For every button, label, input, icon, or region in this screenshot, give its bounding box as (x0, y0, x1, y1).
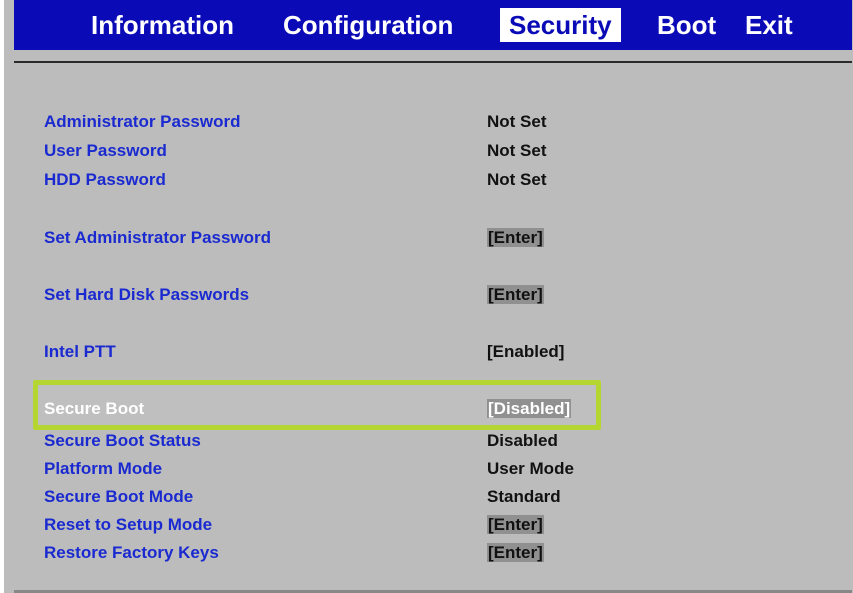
secure-boot-status-label: Secure Boot Status (44, 431, 201, 450)
set-hard-disk-passwords-enter[interactable]: [Enter] (487, 285, 544, 305)
reset-to-setup-mode-enter[interactable]: [Enter] (487, 515, 544, 535)
platform-mode-label: Platform Mode (44, 459, 163, 478)
tab-exit[interactable]: Exit (736, 8, 802, 42)
secure-boot-status-value: Disabled (487, 431, 558, 450)
enter-action: [Enter] (487, 515, 544, 534)
administrator-password-value: Not Set (487, 112, 547, 131)
bios-screen: Information Configuration Security Boot … (0, 0, 853, 593)
menu-bar: Information Configuration Security Boot … (14, 0, 852, 50)
administrator-password-label: Administrator Password (44, 112, 241, 131)
tab-configuration[interactable]: Configuration (274, 8, 462, 42)
intel-ptt-value[interactable]: [Enabled] (487, 342, 564, 362)
user-password-label: User Password (44, 141, 167, 160)
user-password-value: Not Set (487, 141, 547, 160)
secure-boot-value-text: [Disabled] (487, 399, 572, 418)
tab-information[interactable]: Information (82, 8, 243, 42)
tab-boot[interactable]: Boot (648, 8, 725, 42)
hdd-password-value: Not Set (487, 170, 547, 189)
restore-factory-keys-item[interactable]: Restore Factory Keys (44, 543, 219, 563)
platform-mode-value: User Mode (487, 459, 574, 478)
set-administrator-password-enter[interactable]: [Enter] (487, 228, 544, 248)
menu-separator (14, 61, 852, 63)
secure-boot-mode-value: Standard (487, 487, 561, 506)
enter-action: [Enter] (487, 285, 544, 304)
restore-factory-keys-enter[interactable]: [Enter] (487, 543, 544, 563)
enter-action: [Enter] (487, 543, 544, 562)
hdd-password-label: HDD Password (44, 170, 166, 189)
enter-action: [Enter] (487, 228, 544, 247)
set-administrator-password-item[interactable]: Set Administrator Password (44, 228, 271, 248)
intel-ptt-item[interactable]: Intel PTT (44, 342, 116, 362)
secure-boot-mode-label: Secure Boot Mode (44, 487, 194, 506)
tab-security[interactable]: Security (500, 8, 621, 42)
secure-boot-value[interactable]: [Disabled] (487, 399, 572, 419)
reset-to-setup-mode-item[interactable]: Reset to Setup Mode (44, 515, 212, 535)
set-hard-disk-passwords-item[interactable]: Set Hard Disk Passwords (44, 285, 249, 305)
secure-boot-item[interactable]: Secure Boot (44, 399, 144, 419)
